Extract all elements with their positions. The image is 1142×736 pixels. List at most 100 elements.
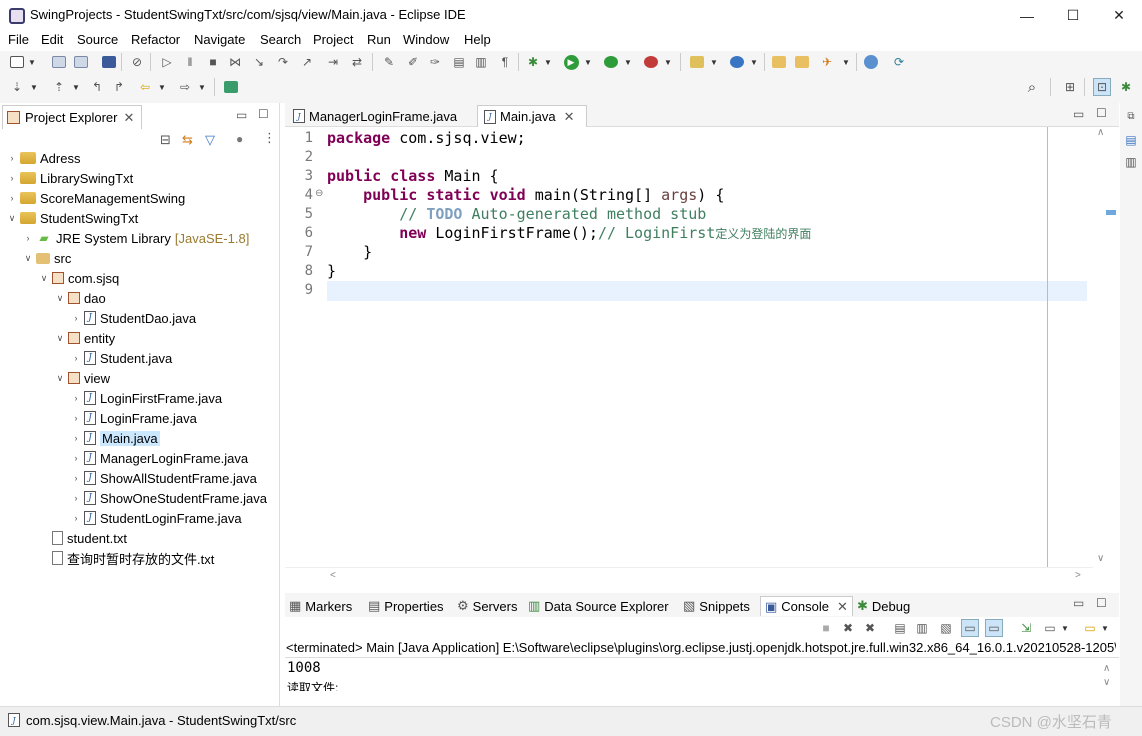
search-tool-icon[interactable]: ✈: [818, 53, 836, 71]
step-into-icon[interactable]: ↘: [250, 53, 268, 71]
chevron-down-icon[interactable]: ∨: [54, 293, 66, 304]
globe-icon[interactable]: [862, 53, 880, 71]
remove-all-launches-icon[interactable]: ✖: [861, 619, 879, 637]
tree-item[interactable]: › J ManagerLoginFrame.java: [70, 448, 249, 468]
chevron-right-icon[interactable]: ›: [70, 473, 82, 483]
tab-console[interactable]: ▣ Console ✕: [760, 596, 853, 616]
paragraph-icon[interactable]: ¶: [496, 53, 514, 71]
team-sync-icon[interactable]: ⟳: [890, 53, 908, 71]
close-icon[interactable]: ✕: [564, 109, 575, 125]
open-task-icon[interactable]: [793, 53, 811, 71]
tab-properties[interactable]: ▤ Properties: [368, 596, 444, 616]
horizontal-scrollbar[interactable]: < >: [285, 567, 1093, 585]
chevron-right-icon[interactable]: ›: [22, 233, 34, 243]
tab-servers[interactable]: ⚙ Servers: [457, 596, 517, 616]
open-console-icon[interactable]: ▭: [1081, 619, 1099, 637]
tab-main[interactable]: J Main.java ✕: [477, 105, 587, 127]
tab-snippets[interactable]: ▧ Snippets: [683, 596, 750, 616]
menu-window[interactable]: Window: [403, 32, 449, 47]
tab-markers[interactable]: ▦ Markers: [289, 596, 352, 616]
next-annotation-dropdown-icon[interactable]: ▼: [30, 78, 38, 96]
chevron-right-icon[interactable]: ›: [70, 393, 82, 403]
chevron-right-icon[interactable]: ›: [70, 353, 82, 363]
tree-item[interactable]: › J LoginFrame.java: [70, 408, 197, 428]
maximize-button[interactable]: ☐: [1050, 0, 1096, 31]
scroll-up-icon[interactable]: ∧: [1097, 127, 1104, 138]
chevron-down-icon[interactable]: ∨: [54, 333, 66, 344]
tree-item[interactable]: › LibrarySwingTxt: [6, 168, 134, 188]
chevron-down-icon[interactable]: ∨: [54, 373, 66, 384]
new-class-dropdown-icon[interactable]: ▼: [750, 53, 758, 71]
chevron-right-icon[interactable]: ›: [70, 313, 82, 323]
menu-file[interactable]: File: [8, 32, 29, 47]
menu-help[interactable]: Help: [464, 32, 491, 47]
prev-annotation-icon[interactable]: ⇡: [50, 78, 68, 96]
remove-launch-icon[interactable]: ✖: [839, 619, 857, 637]
terminal-icon[interactable]: [100, 53, 118, 71]
outline-icon[interactable]: ▤: [1122, 131, 1140, 149]
word-wrap-console-icon[interactable]: ▧: [937, 619, 955, 637]
scroll-down-icon[interactable]: ∨: [1103, 677, 1110, 688]
external-tools-icon[interactable]: [642, 53, 660, 71]
tree-item[interactable]: 查询时暂时存放的文件.txt: [38, 548, 214, 568]
new-java-project-icon[interactable]: [688, 53, 706, 71]
tree-item[interactable]: › J ShowOneStudentFrame.java: [70, 488, 267, 508]
show-stdout-icon[interactable]: ▭: [961, 619, 979, 637]
tab-debug[interactable]: ✱ Debug: [857, 596, 910, 616]
view-menu-icon[interactable]: ⋮: [263, 130, 276, 146]
minimize-button[interactable]: —: [1004, 0, 1050, 31]
run-dropdown-icon[interactable]: ▼: [584, 53, 592, 71]
last-edit-location-icon[interactable]: ↰: [88, 78, 106, 96]
collapse-all-icon[interactable]: ⊟: [160, 132, 171, 148]
menu-navigate[interactable]: Navigate: [194, 32, 245, 47]
terminate-icon[interactable]: ■: [204, 53, 222, 71]
open-perspective-icon[interactable]: ⊞: [1061, 78, 1079, 96]
scroll-lock-icon[interactable]: ▥: [913, 619, 931, 637]
menu-search[interactable]: Search: [260, 32, 301, 47]
chevron-right-icon[interactable]: ›: [70, 453, 82, 463]
open-type-icon[interactable]: [770, 53, 788, 71]
scroll-right-icon[interactable]: >: [1075, 570, 1081, 581]
search-dropdown-icon[interactable]: ▼: [842, 53, 850, 71]
tree-item[interactable]: ∨ src: [22, 248, 72, 268]
toggle-breadcrumb-icon[interactable]: ✎: [380, 53, 398, 71]
chevron-down-icon[interactable]: ∨: [22, 253, 34, 264]
save-all-icon[interactable]: [72, 53, 90, 71]
new-icon[interactable]: [8, 53, 26, 71]
scroll-down-icon[interactable]: ∨: [1097, 553, 1104, 564]
maximize-editor-icon[interactable]: ☐: [1096, 106, 1107, 120]
back-dropdown-icon[interactable]: ▼: [158, 78, 166, 96]
external-tools-dropdown-icon[interactable]: ▼: [664, 53, 672, 71]
new-java-project-dropdown-icon[interactable]: ▼: [710, 53, 718, 71]
minimize-editor-icon[interactable]: ▭: [1073, 107, 1084, 121]
menu-edit[interactable]: Edit: [41, 32, 63, 47]
tree-item[interactable]: › J Main.java: [70, 428, 160, 448]
maximize-view-icon[interactable]: ☐: [258, 107, 269, 121]
resume-icon[interactable]: ▷: [158, 53, 176, 71]
new-dropdown-icon[interactable]: ▼: [28, 53, 36, 71]
close-icon[interactable]: ✕: [123, 110, 134, 126]
new-class-icon[interactable]: [728, 53, 746, 71]
chevron-right-icon[interactable]: ›: [70, 493, 82, 503]
coverage-dropdown-icon[interactable]: ▼: [624, 53, 632, 71]
link-with-editor-icon[interactable]: ⇆: [182, 132, 193, 148]
tree-item[interactable]: › Adress: [6, 148, 81, 168]
tree-item[interactable]: › J ShowAllStudentFrame.java: [70, 468, 257, 488]
next-annotation-icon[interactable]: ⇣: [8, 78, 26, 96]
tree-item[interactable]: › ScoreManagementSwing: [6, 188, 186, 208]
code-area[interactable]: package com.sjsq.view; public class Main …: [285, 127, 1045, 567]
show-whitespace-icon[interactable]: ▥: [472, 53, 490, 71]
tree-item[interactable]: ∨ dao: [54, 288, 106, 308]
chevron-down-icon[interactable]: ∨: [6, 213, 18, 224]
tree-item[interactable]: › J StudentLoginFrame.java: [70, 508, 242, 528]
filter-icon[interactable]: ▽: [205, 132, 215, 148]
menu-project[interactable]: Project: [313, 32, 353, 47]
chevron-right-icon[interactable]: ›: [6, 173, 18, 183]
search-icon[interactable]: ⌕: [1023, 78, 1041, 96]
terminate-icon[interactable]: ■: [817, 619, 835, 637]
skip-breakpoints-icon[interactable]: ⊘: [128, 53, 146, 71]
back-icon[interactable]: ⇦: [136, 78, 154, 96]
maximize-console-icon[interactable]: ☐: [1096, 596, 1107, 610]
menu-source[interactable]: Source: [77, 32, 118, 47]
show-stderr-icon[interactable]: ▭: [985, 619, 1003, 637]
